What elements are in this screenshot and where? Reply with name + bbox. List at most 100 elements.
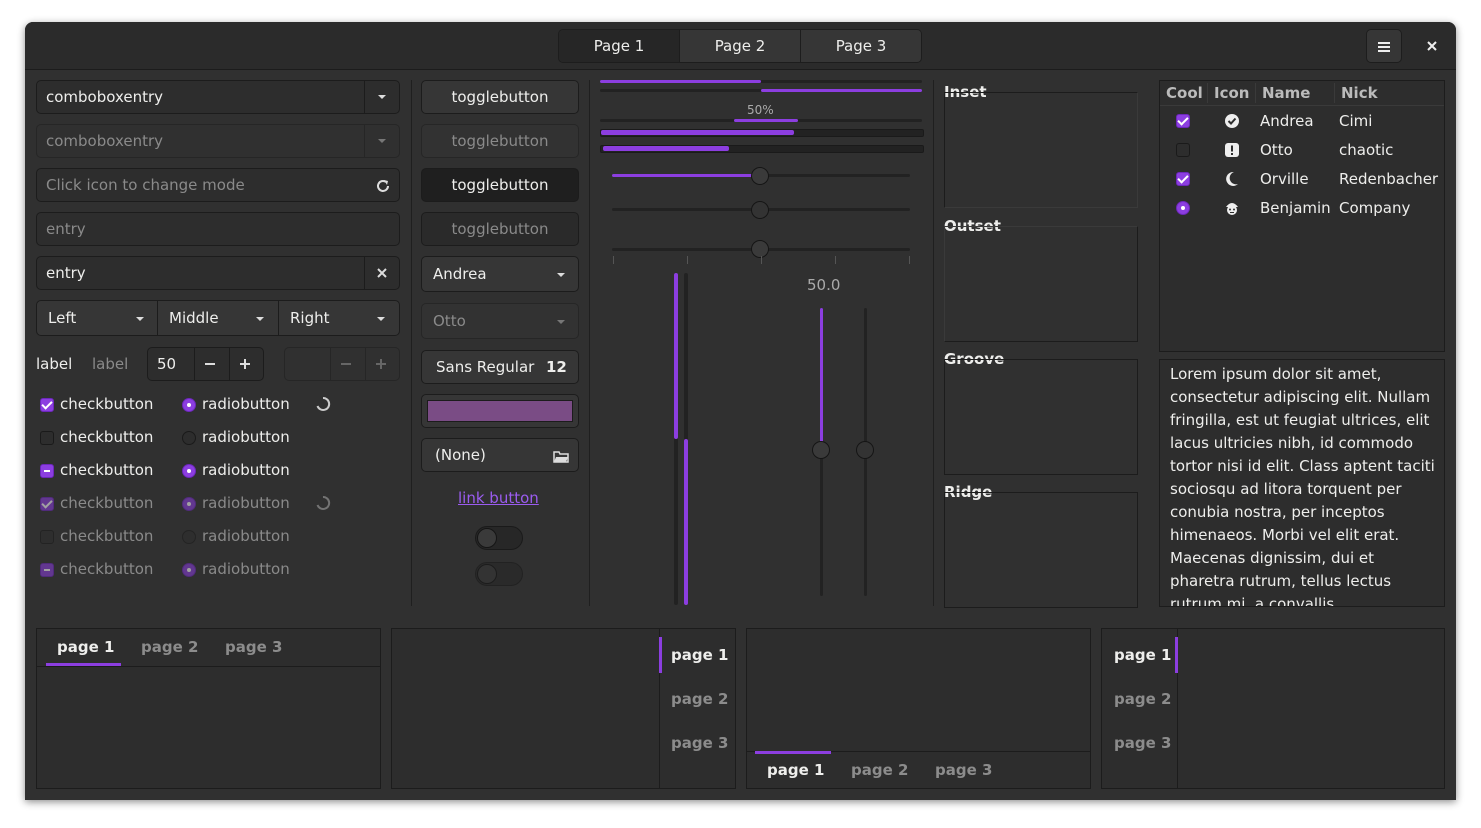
- radio-mixed[interactable]: [182, 464, 196, 478]
- tab-page-2[interactable]: page 2: [1114, 690, 1171, 708]
- plus-icon: [376, 359, 386, 369]
- combo-middle[interactable]: Middle: [158, 300, 279, 336]
- progress-activity: [734, 119, 798, 122]
- combo-right[interactable]: Right: [279, 300, 400, 336]
- stack-switcher: Page 1 Page 2 Page 3: [558, 29, 922, 63]
- progress-bar-1: [600, 80, 922, 83]
- tab-page-2[interactable]: page 2: [851, 761, 908, 779]
- chevron-down-icon: [377, 317, 385, 321]
- tree-cool-checkbox[interactable]: [1176, 172, 1190, 186]
- file-chooser-button[interactable]: (None): [421, 438, 579, 472]
- combobox-entry-disabled-text: comboboxentry: [46, 132, 164, 150]
- progress-bar-4: [600, 129, 924, 137]
- stack-tab-page-2[interactable]: Page 2: [679, 30, 800, 62]
- tab-page-1[interactable]: page 1: [767, 761, 824, 779]
- combo-andrea[interactable]: Andrea: [421, 256, 579, 292]
- notebook-left: page 1 page 2 page 3: [1101, 628, 1445, 789]
- scale-knob[interactable]: [751, 167, 769, 185]
- close-icon: [1427, 40, 1437, 51]
- combobox-entry-text: comboboxentry: [46, 88, 164, 106]
- checkbox-mixed-disabled: [40, 563, 54, 577]
- link-button[interactable]: link button: [458, 489, 539, 507]
- tab-page-3[interactable]: page 3: [935, 761, 992, 779]
- checkbutton-label: checkbutton: [60, 494, 154, 512]
- text-view[interactable]: Lorem ipsum dolor sit amet, consectetur …: [1159, 359, 1445, 607]
- tab-page-2[interactable]: page 2: [671, 690, 728, 708]
- tab-page-2[interactable]: page 2: [141, 638, 198, 656]
- tab-page-3[interactable]: page 3: [225, 638, 282, 656]
- entry-placeholder-field[interactable]: entry: [36, 212, 400, 246]
- radiobutton-label: radiobutton: [202, 461, 290, 479]
- checkbox-mixed[interactable]: [40, 464, 54, 478]
- tab-page-1[interactable]: page 1: [1114, 646, 1171, 664]
- spin-value: 50: [157, 355, 177, 373]
- radio-checked[interactable]: [182, 398, 196, 412]
- minus-icon[interactable]: [204, 358, 216, 370]
- tab-page-1[interactable]: page 1: [57, 638, 114, 656]
- mode-entry-placeholder: Click icon to change mode: [46, 176, 245, 194]
- entry-field[interactable]: entry: [36, 256, 400, 290]
- checkbox-checked[interactable]: [40, 398, 54, 412]
- level-fill: [603, 146, 729, 151]
- spinner-icon: [316, 396, 331, 411]
- level-bar: [600, 145, 924, 153]
- face-icon: [1226, 203, 1238, 215]
- column-cool[interactable]: Cool: [1166, 84, 1203, 102]
- tab-page-3[interactable]: page 3: [1114, 734, 1171, 752]
- column-icon[interactable]: Icon: [1214, 84, 1249, 102]
- frame-ridge: [944, 492, 1138, 608]
- stack-tab-page-3[interactable]: Page 3: [800, 30, 921, 62]
- checkbutton-label: checkbutton: [60, 527, 154, 545]
- radio-unchecked[interactable]: [182, 431, 196, 445]
- combo-otto-label: Otto: [433, 312, 466, 330]
- notebook-top: page 1 page 2 page 3: [36, 628, 381, 789]
- chevron-down-icon: [557, 320, 565, 324]
- togglebutton-1[interactable]: togglebutton: [421, 80, 579, 114]
- tab-page-1[interactable]: page 1: [671, 646, 728, 664]
- stack-tab-page-1[interactable]: Page 1: [559, 30, 679, 62]
- font-button[interactable]: Sans Regular 12: [421, 350, 579, 384]
- tab-page-3[interactable]: page 3: [671, 734, 728, 752]
- checkbutton-label: checkbutton: [60, 395, 154, 413]
- color-swatch: [427, 400, 573, 422]
- scale-value-label: 50.0: [807, 276, 841, 294]
- chevron-down-icon: [378, 139, 386, 143]
- scale-knob[interactable]: [856, 441, 874, 459]
- scale-knob[interactable]: [751, 240, 769, 258]
- tree-cool-checkbox[interactable]: [1176, 143, 1190, 157]
- radiobutton-label: radiobutton: [202, 395, 290, 413]
- chevron-down-icon[interactable]: [377, 93, 387, 101]
- tree-name: Otto: [1260, 141, 1293, 159]
- refresh-icon[interactable]: [375, 178, 391, 194]
- tree-cool-checkbox[interactable]: [1176, 114, 1190, 128]
- progress-vertical-2: [684, 273, 688, 605]
- plus-icon[interactable]: [239, 358, 251, 370]
- combo-left[interactable]: Left: [36, 300, 158, 336]
- mode-entry[interactable]: Click icon to change mode: [36, 168, 400, 202]
- font-size: 12: [546, 358, 567, 376]
- close-button[interactable]: [1415, 29, 1449, 61]
- radiobutton-label: radiobutton: [202, 560, 290, 578]
- checkbox-checked-disabled: [40, 497, 54, 511]
- folder-open-icon: [553, 451, 569, 463]
- combo-andrea-label: Andrea: [433, 265, 487, 283]
- togglebutton-active[interactable]: togglebutton: [421, 168, 579, 202]
- scale-knob[interactable]: [812, 441, 830, 459]
- column-name[interactable]: Name: [1262, 84, 1310, 102]
- scale-fill: [820, 308, 823, 452]
- switch-1[interactable]: [475, 526, 523, 550]
- tree-cool-radio[interactable]: [1176, 201, 1190, 215]
- color-button[interactable]: [421, 394, 579, 428]
- combobox-entry[interactable]: comboboxentry: [36, 80, 400, 114]
- clear-icon[interactable]: [377, 268, 387, 278]
- spin-button[interactable]: 50: [147, 347, 264, 381]
- tree-nick: chaotic: [1339, 141, 1394, 159]
- switch-2[interactable]: [475, 562, 523, 586]
- progress-bar-2: [600, 89, 922, 92]
- column-nick[interactable]: Nick: [1341, 84, 1378, 102]
- progress-fill: [600, 80, 761, 83]
- checkbox-unchecked[interactable]: [40, 431, 54, 445]
- menu-button[interactable]: [1366, 29, 1402, 63]
- tree-name: Andrea: [1260, 112, 1314, 130]
- spin-button-disabled: [284, 347, 400, 381]
